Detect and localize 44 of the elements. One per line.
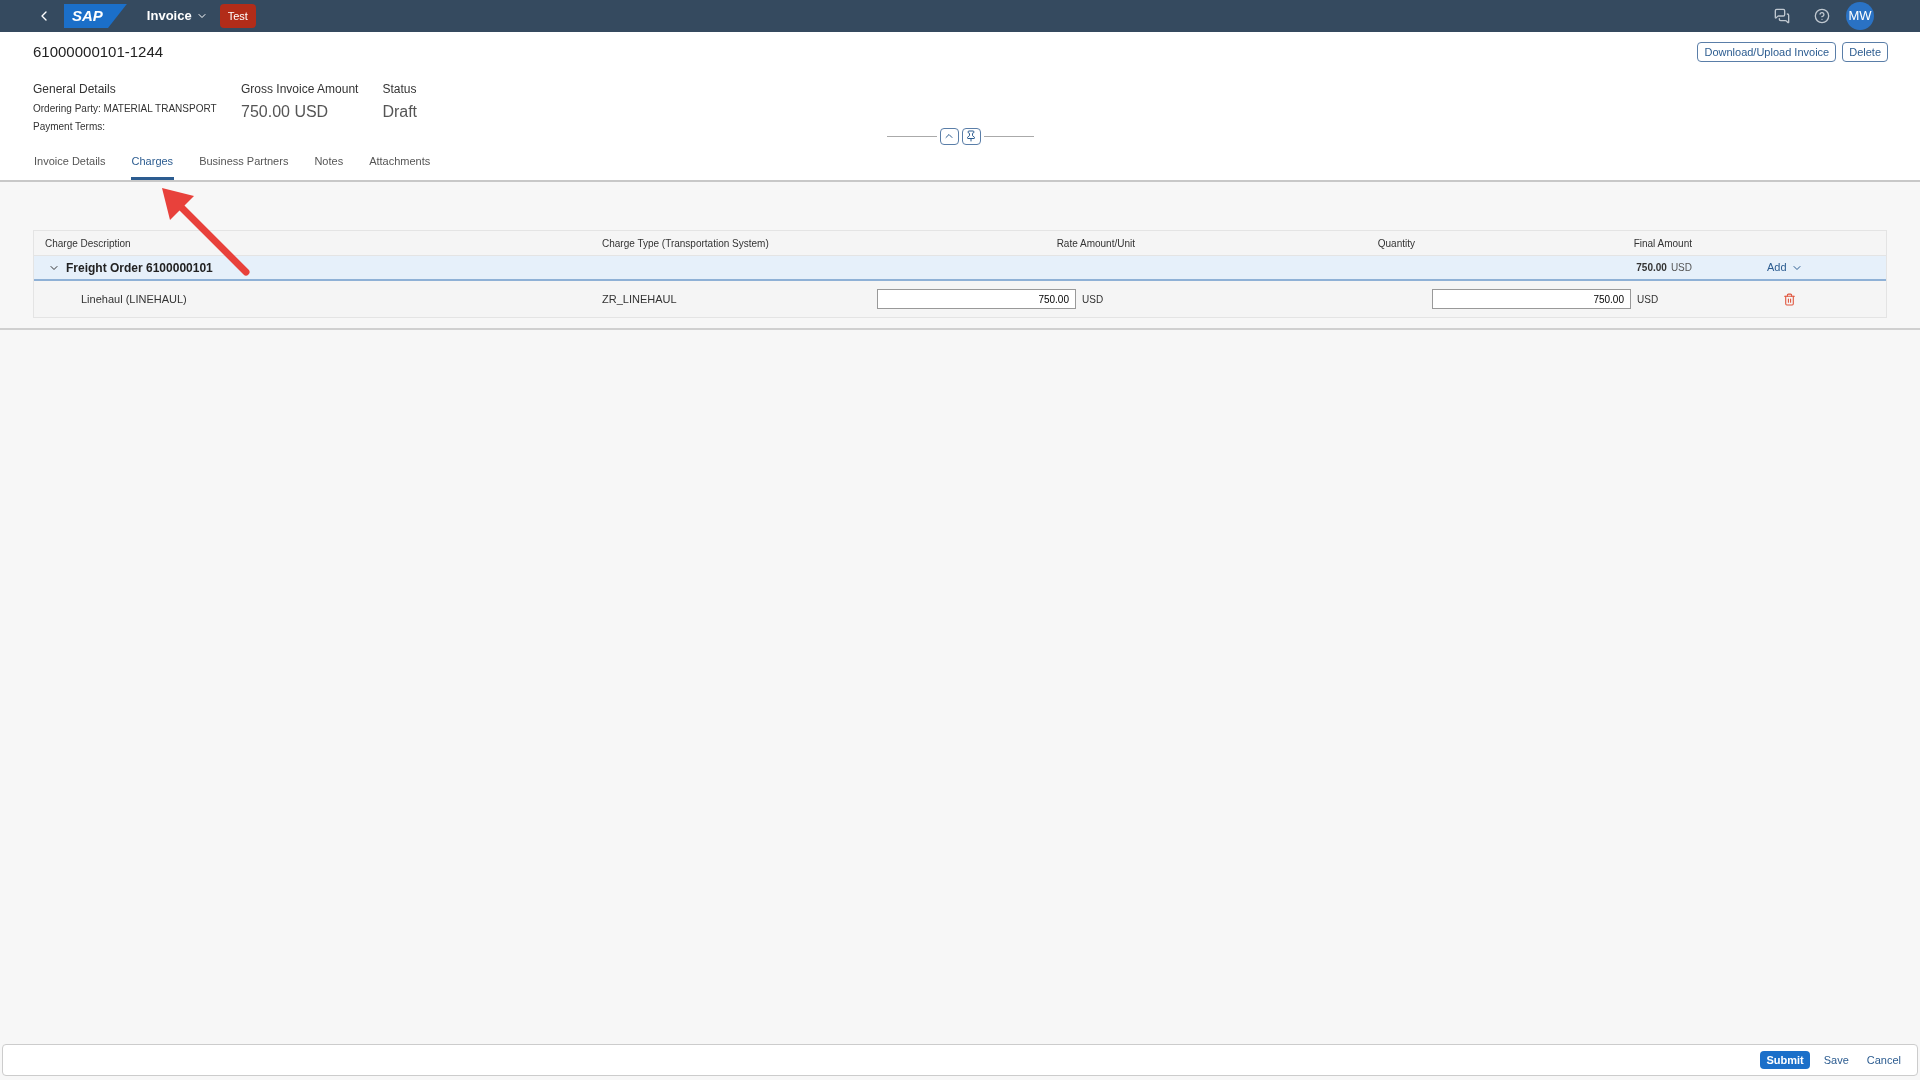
sap-logo[interactable]: SAP (64, 4, 127, 28)
kpi-label: Status (382, 80, 418, 98)
currency-text: USD (1670, 261, 1692, 275)
column-header: Quantity (1376, 236, 1416, 251)
group-amount: 750.00 (1636, 261, 1667, 275)
collapse-header-button[interactable] (939, 127, 959, 145)
detail-text: Payment Terms: (33, 119, 107, 134)
delete-icon[interactable] (1783, 292, 1796, 306)
add-dropdown-button[interactable]: Add (1767, 259, 1803, 276)
group-row[interactable]: Freight Order 6100000101 750.00 USD Add (34, 256, 1886, 281)
column-header: Charge Type (Transportation System) (601, 236, 770, 251)
final-amount-input-field[interactable]: 750.00 (1432, 289, 1631, 309)
system-badge: Test (219, 4, 256, 28)
group-title: Freight Order 6100000101 (66, 259, 213, 277)
pin-header-button[interactable] (961, 127, 981, 145)
kpi-value: 750.00 USD (241, 101, 330, 122)
header-action-button[interactable]: Delete (1842, 42, 1888, 63)
tab[interactable]: Notes (313, 152, 345, 180)
column-header: Final Amount (1632, 236, 1693, 251)
section-label: General Details (33, 80, 117, 98)
footer-button[interactable]: Save (1819, 1051, 1853, 1069)
object-title: 61000000101-1244 (33, 42, 164, 62)
column-header: Rate Amount/Unit (1055, 236, 1136, 251)
table-cell-text: Linehaul (LINEHAUL) (80, 291, 188, 307)
user-avatar[interactable]: MW (1846, 2, 1874, 30)
tab[interactable]: Invoice Details (33, 152, 107, 180)
table-cell-text: ZR_LINEHAUL (601, 291, 678, 307)
footer-button[interactable]: Cancel (1862, 1051, 1905, 1069)
footer-button[interactable]: Submit (1760, 1051, 1810, 1069)
app-title-menu[interactable]: Invoice (146, 6, 208, 26)
currency-text: USD (1082, 292, 1104, 307)
chat-icon[interactable] (1774, 8, 1790, 24)
column-header: Charge Description (44, 236, 132, 251)
tab[interactable]: Business Partners (198, 152, 290, 180)
rate-input-field[interactable]: 750.00 (877, 289, 1076, 309)
tab[interactable]: Attachments (368, 152, 432, 180)
header-action-button[interactable]: Download/Upload Invoice (1697, 42, 1837, 63)
kpi-label: Gross Invoice Amount (241, 80, 359, 98)
detail-text: Ordering Party: MATERIAL TRANSPORT (33, 101, 217, 116)
currency-text: USD (1637, 292, 1659, 307)
pin-icon (965, 130, 977, 142)
tab[interactable]: Charges (130, 152, 175, 180)
kpi-value: Draft (382, 101, 418, 122)
help-icon[interactable] (1814, 8, 1830, 24)
